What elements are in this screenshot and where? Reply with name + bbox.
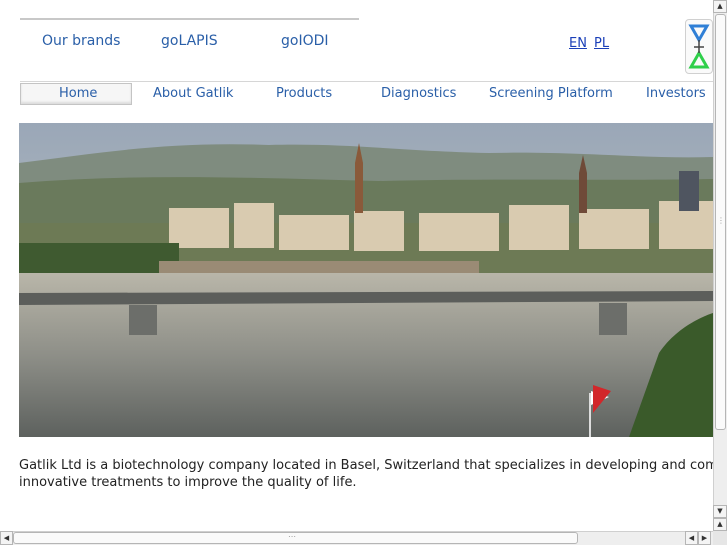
nav-item-screening-platform[interactable]: Screening Platform xyxy=(489,86,613,101)
hero-image xyxy=(19,123,713,437)
vertical-grip-icon: ⋮ xyxy=(717,216,725,225)
scroll-right-icon[interactable]: ▶ xyxy=(698,531,711,545)
scroll-left-alt-icon[interactable]: ◀ xyxy=(685,531,698,545)
language-link-pl[interactable]: PL xyxy=(594,36,609,51)
nav-item-products[interactable]: Products xyxy=(276,86,332,101)
nav-item-about-gatlik[interactable]: About Gatlik xyxy=(153,86,233,101)
scroll-up-icon[interactable]: ▲ xyxy=(713,0,727,13)
scroll-down-icon[interactable]: ▼ xyxy=(713,505,727,518)
intro-line-1: Gatlik Ltd is a biotechnology company lo… xyxy=(19,458,713,473)
nav-divider xyxy=(20,81,713,82)
horizontal-grip-icon: ⋯ xyxy=(288,532,296,541)
brand-link-goiodi[interactable]: goIODI xyxy=(281,33,329,49)
brand-link-golapis[interactable]: goLAPIS xyxy=(161,33,218,49)
intro-line-2: innovative treatments to improve the qua… xyxy=(19,475,357,490)
scrollbar-corner xyxy=(713,531,727,545)
nav-item-home[interactable]: Home xyxy=(59,86,97,101)
nav-item-diagnostics[interactable]: Diagnostics xyxy=(381,86,456,101)
brand-link-our-brands[interactable]: Our brands xyxy=(42,33,120,49)
hourglass-logo-icon[interactable] xyxy=(685,19,713,74)
scroll-left-icon[interactable]: ◀ xyxy=(0,531,13,545)
language-link-en[interactable]: EN xyxy=(569,36,587,51)
intro-text: Gatlik Ltd is a biotechnology company lo… xyxy=(19,457,713,491)
scroll-up-alt-icon[interactable]: ▲ xyxy=(713,518,727,531)
brand-bar-divider xyxy=(20,18,359,20)
page-viewport: Our brands goLAPIS goIODI EN PL Home Abo… xyxy=(0,0,713,531)
nav-item-investors[interactable]: Investors xyxy=(646,86,706,101)
